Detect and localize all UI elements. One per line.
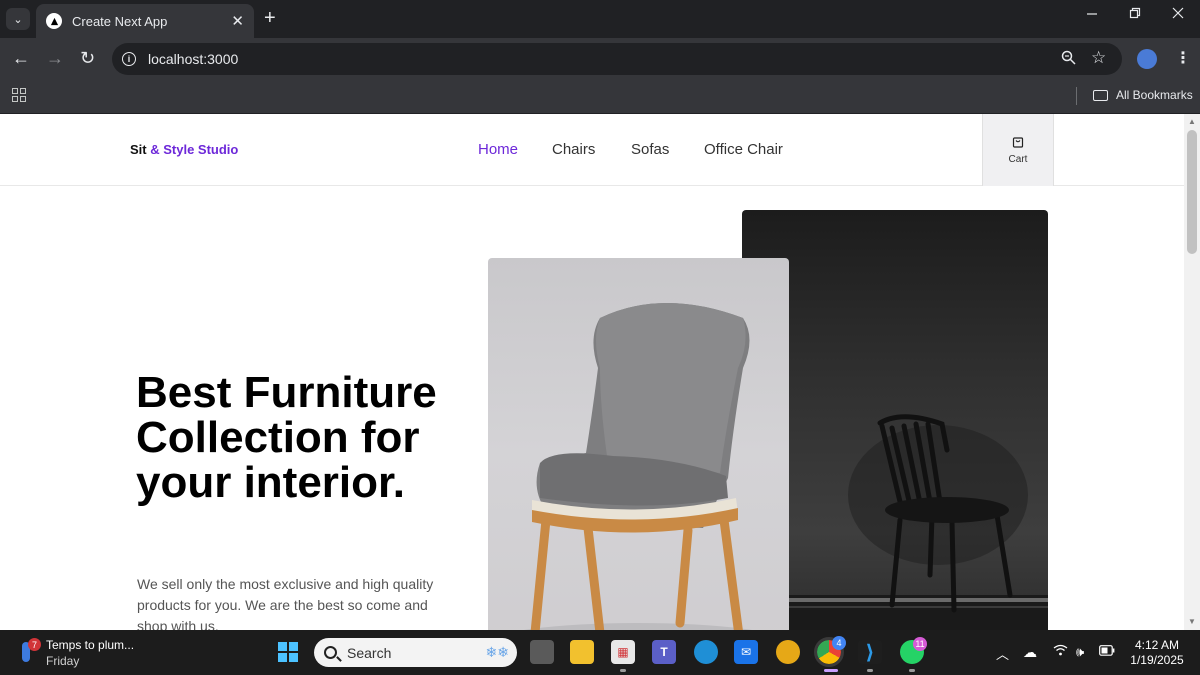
onedrive-cloud-icon[interactable]: ☁ bbox=[1023, 644, 1037, 661]
teams-icon[interactable]: T bbox=[652, 640, 676, 664]
page-scrollbar[interactable]: ▲ ▼ bbox=[1184, 114, 1200, 630]
folder-icon bbox=[1093, 89, 1108, 101]
apps-grid-icon[interactable] bbox=[12, 88, 26, 102]
hero-title: Best Furniture Collection for your inter… bbox=[136, 368, 437, 507]
reload-icon[interactable]: ↻ bbox=[80, 48, 95, 68]
all-bookmarks-label: All Bookmarks bbox=[1116, 88, 1193, 102]
weather-widget[interactable]: 7 Temps to plum... Friday bbox=[18, 638, 134, 668]
running-indicator bbox=[867, 669, 873, 672]
browser-tab-strip: ⌄ Create Next App ✕ + bbox=[0, 0, 1200, 38]
weather-title: Temps to plum... bbox=[46, 638, 135, 652]
running-indicator bbox=[909, 669, 915, 672]
window-close-icon[interactable] bbox=[1172, 6, 1184, 24]
windows-taskbar: 7 Temps to plum... Friday Search ❄❄ ▦ T … bbox=[0, 630, 1200, 675]
cart-button[interactable]: Cart bbox=[982, 114, 1054, 186]
scrollbar-thumb[interactable] bbox=[1187, 130, 1197, 254]
scroll-down-icon[interactable]: ▼ bbox=[1188, 617, 1196, 626]
chevron-down-icon: ⌄ bbox=[13, 13, 23, 26]
battery-icon[interactable] bbox=[1099, 644, 1115, 659]
weather-subtitle: Friday bbox=[46, 654, 80, 668]
windows-start-icon[interactable] bbox=[278, 642, 298, 662]
browser-toolbar: ← → ↻ i localhost:3000 ☆ bbox=[0, 38, 1200, 80]
system-clock[interactable]: 4:12 AM 1/19/2025 bbox=[1118, 638, 1196, 668]
all-bookmarks-button[interactable]: All Bookmarks bbox=[1093, 88, 1193, 102]
nav-home[interactable]: Home bbox=[478, 141, 518, 158]
more-menu-icon[interactable]: ⋮ bbox=[1175, 48, 1191, 68]
profile-avatar[interactable] bbox=[1137, 49, 1157, 69]
brand-logo[interactable]: Sit & Style Studio bbox=[130, 142, 238, 157]
brand-accent-text: & Style Studio bbox=[146, 142, 239, 157]
new-tab-button[interactable]: + bbox=[264, 8, 276, 28]
back-arrow-icon[interactable]: ← bbox=[12, 48, 30, 68]
restore-icon[interactable] bbox=[1129, 6, 1141, 24]
active-indicator bbox=[824, 669, 838, 672]
search-icon bbox=[324, 646, 337, 659]
grey-armchair-image bbox=[488, 258, 789, 630]
scroll-up-icon[interactable]: ▲ bbox=[1188, 117, 1196, 126]
clock-date: 1/19/2025 bbox=[1130, 653, 1184, 667]
volume-icon[interactable]: 🕪 bbox=[1076, 644, 1084, 660]
site-info-icon[interactable]: i bbox=[122, 52, 136, 66]
mail-icon[interactable]: ✉ bbox=[734, 640, 758, 664]
nav-sofas[interactable]: Sofas bbox=[631, 141, 669, 158]
nav-chairs[interactable]: Chairs bbox=[552, 141, 595, 158]
file-explorer-icon[interactable] bbox=[570, 640, 594, 664]
web-page: Sit & Style Studio Home Chairs Sofas Off… bbox=[0, 114, 1184, 630]
nav-office-chair[interactable]: Office Chair bbox=[704, 141, 783, 158]
url-text: localhost:3000 bbox=[148, 51, 239, 67]
search-placeholder: Search bbox=[347, 644, 392, 661]
thermometer-icon: 7 bbox=[18, 638, 41, 664]
zoom-icon[interactable] bbox=[1061, 50, 1076, 69]
chrome-profile-badge: 4 bbox=[832, 636, 846, 650]
address-bar[interactable]: i localhost:3000 bbox=[112, 43, 1122, 75]
tab-title: Create Next App bbox=[72, 13, 168, 29]
browser-tab[interactable]: Create Next App ✕ bbox=[36, 4, 254, 38]
snowflake-icon: ❄❄ bbox=[485, 644, 509, 660]
clock-time: 4:12 AM bbox=[1134, 638, 1180, 652]
weather-badge: 7 bbox=[28, 638, 41, 651]
hero-description: We sell only the most exclusive and high… bbox=[137, 576, 434, 630]
whatsapp-badge: 11 bbox=[913, 637, 927, 651]
edge-browser-icon[interactable] bbox=[694, 640, 718, 664]
medal-app-icon[interactable] bbox=[776, 640, 800, 664]
wifi-icon[interactable] bbox=[1053, 644, 1068, 659]
microsoft-store-icon[interactable]: ▦ bbox=[611, 640, 635, 664]
task-view-icon[interactable] bbox=[530, 640, 554, 664]
shopping-bag-icon bbox=[1012, 136, 1024, 148]
tab-close-icon[interactable]: ✕ bbox=[231, 12, 244, 30]
nextjs-favicon-icon bbox=[46, 13, 62, 29]
cart-label: Cart bbox=[1008, 153, 1028, 165]
vscode-icon[interactable]: ⟩ bbox=[858, 640, 882, 664]
bookmarks-divider bbox=[1076, 87, 1077, 105]
bookmark-star-icon[interactable]: ☆ bbox=[1091, 48, 1106, 68]
tab-search-button[interactable]: ⌄ bbox=[6, 8, 30, 30]
show-hidden-icons-chevron-icon[interactable]: ︿ bbox=[996, 644, 1009, 663]
brand-main-text: Sit bbox=[130, 142, 147, 157]
forward-arrow-icon[interactable]: → bbox=[46, 48, 64, 68]
minimize-icon[interactable] bbox=[1086, 6, 1098, 24]
running-indicator bbox=[620, 669, 626, 672]
bookmarks-bar: All Bookmarks bbox=[0, 80, 1200, 114]
site-header: Sit & Style Studio Home Chairs Sofas Off… bbox=[0, 114, 1184, 186]
taskbar-search-box[interactable]: Search ❄❄ bbox=[314, 638, 517, 667]
